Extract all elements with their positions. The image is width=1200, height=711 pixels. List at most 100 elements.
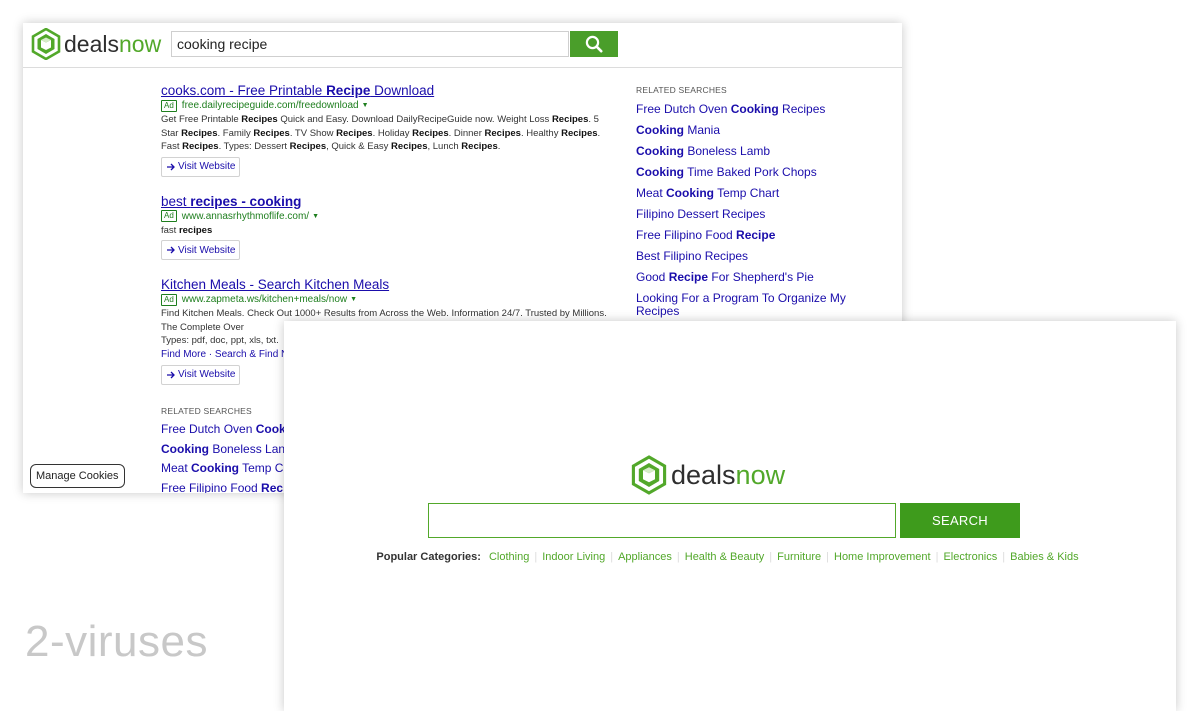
result-url[interactable]: free.dailyrecipeguide.com/freedownload <box>182 99 359 112</box>
related-search-link[interactable]: Best Filipino Recipes <box>636 248 876 264</box>
category-separator: | <box>676 551 680 563</box>
category-link[interactable]: Electronics <box>943 551 997 563</box>
related-searches-label: RELATED SEARCHES <box>161 406 252 416</box>
result-description: fast recipes <box>161 224 213 236</box>
related-search-link[interactable]: Meat Cooking Temp C <box>161 459 286 479</box>
search-button[interactable] <box>570 31 618 57</box>
caret-down-icon[interactable]: ▼ <box>362 99 369 112</box>
manage-cookies-button[interactable]: Manage Cookies <box>30 464 125 488</box>
text-segment: Recipe <box>668 269 709 284</box>
category-link[interactable]: Health & Beauty <box>685 551 765 563</box>
text-segment: Temp C <box>239 461 284 475</box>
text-segment: Free Dutch Oven <box>161 422 256 436</box>
category-link[interactable]: Appliances <box>618 551 672 563</box>
text-segment: Cooking <box>730 101 779 116</box>
visit-website-button[interactable]: Visit Website <box>161 364 241 385</box>
logo-text-now: now <box>118 30 162 57</box>
visit-website-label: Visit Website <box>178 244 236 256</box>
text-segment: Boneless Lan <box>209 441 286 456</box>
related-searches-list: Free Dutch Oven Cooking Recipes Cooking M… <box>636 101 876 319</box>
caret-down-icon[interactable]: ▼ <box>350 293 357 306</box>
related-search-link[interactable]: Free Dutch Oven Cooking Recipes <box>636 101 876 117</box>
text-segment: Cooking <box>636 143 684 158</box>
text-segment: Time Baked Pork Chops <box>684 164 817 179</box>
related-search-link[interactable]: Free Filipino Food Rec <box>161 479 286 494</box>
text-segment: Meat <box>161 461 192 475</box>
result-url[interactable]: www.zapmeta.ws/kitchen+meals/now <box>182 293 347 306</box>
category-separator: | <box>1002 551 1006 563</box>
text-segment: Cook <box>255 422 286 436</box>
related-search-link[interactable]: Cooking Time Baked Pork Chops <box>636 164 876 180</box>
dealsnow-logo-icon <box>31 28 61 60</box>
result-title[interactable]: cooks.com - Free Printable Recipe Downlo… <box>161 83 616 99</box>
text-segment: Cooking <box>636 122 684 137</box>
text-segment: Free Filipino Food <box>161 480 262 494</box>
text-segment: Free Dutch Oven <box>636 101 731 116</box>
text-segment: For Shepherd's Pie <box>708 269 814 284</box>
related-search-link[interactable]: Filipino Dessert Recipes <box>636 206 876 222</box>
popular-categories-label: Popular Categories: <box>376 551 481 563</box>
category-list: Clothing | Indoor Living | Appliances | Health… <box>484 551 1084 563</box>
dealsnow-logo[interactable]: dealsnow <box>631 455 785 495</box>
result-url-row: Ad free.dailyrecipeguide.com/freedownloa… <box>161 99 616 112</box>
result-url[interactable]: www.annasrhythmoflife.com/ <box>182 210 309 223</box>
text-segment: Rec <box>261 480 284 494</box>
dealsnow-logo[interactable]: dealsnow <box>31 28 161 60</box>
result-url-row: Ad www.zapmeta.ws/kitchen+meals/now ▼ <box>161 293 616 306</box>
category-link[interactable]: Clothing <box>489 551 529 563</box>
logo-text-deals: deals <box>64 30 119 57</box>
text-segment: best <box>161 193 191 209</box>
related-search-link[interactable]: Meat Cooking Temp Chart <box>636 185 876 201</box>
visit-website-button[interactable]: Visit Website <box>161 156 241 177</box>
text-segment: Looking For a Program To Organize My Rec… <box>636 290 846 318</box>
related-searches-sidebar: RELATED SEARCHES Free Dutch Oven Cooking… <box>636 85 876 319</box>
result-item: best recipes - cooking Ad www.annasrhyth… <box>161 194 616 260</box>
text-segment: Recipe <box>736 227 776 242</box>
related-search-link[interactable]: Cooking Mania <box>636 122 876 138</box>
results-header: dealsnow <box>23 23 902 68</box>
ad-badge: Ad <box>161 293 177 306</box>
text-segment: Best Filipino Recipes <box>636 248 749 263</box>
text-segment: Filipino Dessert Recipes <box>636 206 766 221</box>
related-search-link[interactable]: Free Filipino Food Recipe <box>636 227 876 243</box>
related-search-link[interactable]: Good Recipe For Shepherd's Pie <box>636 269 876 285</box>
category-link[interactable]: Furniture <box>777 551 821 563</box>
category-link[interactable]: Indoor Living <box>542 551 605 563</box>
home-search-button[interactable]: SEARCH <box>900 503 1020 538</box>
related-searches-bottom: RELATED SEARCHES Free Dutch Oven Cook Coo… <box>161 406 286 493</box>
home-search-input[interactable] <box>428 503 896 538</box>
text-segment: Recipe <box>326 83 371 98</box>
text-segment: Mania <box>684 122 721 137</box>
related-search-link[interactable]: Looking For a Program To Organize My Rec… <box>636 290 876 319</box>
watermark-text: 2-viruses <box>25 617 208 666</box>
related-search-link[interactable]: Cooking Boneless Lamb <box>636 143 876 159</box>
visit-website-label: Visit Website <box>178 369 236 380</box>
text-segment: Cooking <box>161 441 209 456</box>
ad-badge: Ad <box>161 210 177 222</box>
dealsnow-logo-icon <box>631 455 667 495</box>
logo-text-deals: deals <box>671 459 736 490</box>
visit-website-button[interactable]: Visit Website <box>161 240 241 260</box>
search-input[interactable] <box>171 31 569 57</box>
caret-down-icon[interactable]: ▼ <box>312 210 319 223</box>
arrow-right-icon <box>167 163 175 170</box>
text-segment: Boneless Lamb <box>684 143 771 158</box>
related-search-link[interactable]: Cooking Boneless Lan <box>161 440 286 460</box>
popular-categories: Popular Categories: Clothing | Indoor Livi… <box>284 551 1176 563</box>
logo-text-now: now <box>735 459 786 490</box>
result-title[interactable]: Kitchen Meals - Search Kitchen Meals <box>161 277 616 293</box>
category-link[interactable]: Babies & Kids <box>1010 551 1078 563</box>
result-description: Get Free Printable Recipes Quick and Eas… <box>161 114 601 152</box>
arrow-right-icon <box>167 371 175 378</box>
visit-website-label: Visit Website <box>178 161 236 172</box>
text-segment: Cooking <box>666 185 715 200</box>
category-separator: | <box>610 551 614 563</box>
text-segment: Cooking <box>191 461 240 475</box>
category-link[interactable]: Home Improvement <box>834 551 931 563</box>
result-title[interactable]: best recipes - cooking <box>161 194 616 210</box>
text-segment: Recipes <box>778 101 826 116</box>
text-segment: cooks.com - Free Printable <box>161 83 327 98</box>
related-searches-label: RELATED SEARCHES <box>636 85 727 95</box>
category-separator: | <box>935 551 939 563</box>
related-search-link[interactable]: Free Dutch Oven Cook <box>161 420 286 440</box>
